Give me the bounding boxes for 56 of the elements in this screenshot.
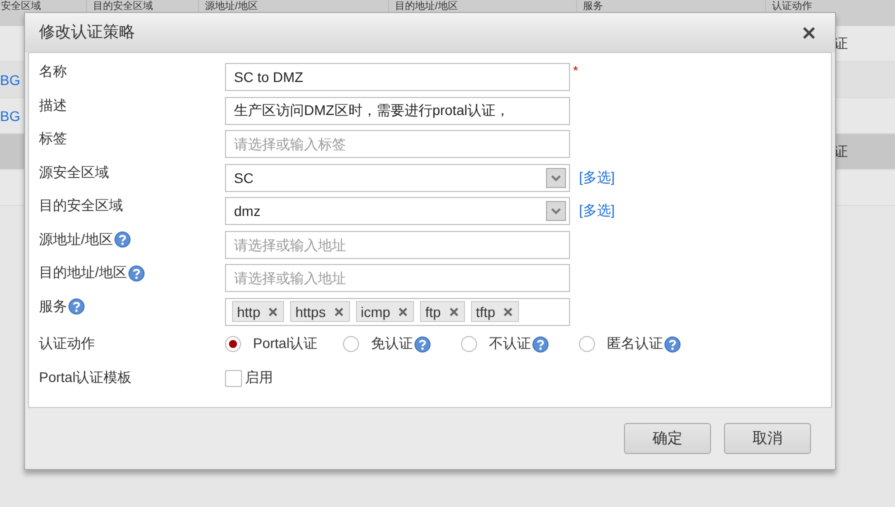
remove-icon[interactable] — [398, 306, 408, 316]
dropdown[interactable]: SC — [225, 164, 570, 192]
field-label: 目的地址/地区 — [39, 264, 127, 282]
text-field[interactable]: 请选择或输入地址 — [225, 264, 570, 292]
radio-button[interactable] — [461, 336, 477, 352]
radio-button[interactable] — [579, 336, 595, 352]
field-label: 描述 — [39, 96, 67, 114]
text-field[interactable]: 生产区访问DMZ区时，需要进行protal认证， — [225, 96, 570, 124]
table-cell: BG — [0, 72, 20, 88]
field-label: 标签 — [39, 130, 67, 148]
field-label: 源地址/地区 — [39, 230, 113, 248]
remove-icon[interactable] — [503, 306, 514, 316]
radio-label[interactable]: 匿名认证 — [607, 335, 663, 353]
radio-button[interactable] — [225, 336, 241, 352]
dropdown[interactable]: dmz — [225, 197, 570, 225]
remove-icon[interactable] — [334, 306, 344, 316]
multi-select-link[interactable]: [多选] — [579, 168, 615, 186]
help-icon[interactable] — [414, 336, 431, 352]
field-label: 认证动作 — [39, 335, 95, 353]
checkbox-label[interactable]: 启用 — [245, 369, 273, 387]
remove-icon[interactable] — [268, 306, 278, 316]
radio-button[interactable] — [343, 336, 359, 352]
radio-label[interactable]: 不认证 — [489, 335, 531, 353]
help-icon[interactable] — [68, 298, 85, 315]
text-field[interactable]: 请选择或输入地址 — [225, 230, 570, 258]
text-field[interactable]: 请选择或输入标签 — [225, 130, 570, 158]
dialog-button[interactable]: 确定 — [624, 423, 711, 454]
field-label: 名称 — [39, 63, 67, 81]
checkbox[interactable] — [225, 370, 242, 386]
dialog-button[interactable]: 取消 — [724, 423, 811, 454]
help-icon[interactable] — [532, 336, 549, 352]
text-field[interactable]: SC to DMZ — [225, 63, 570, 91]
tag[interactable]: icmp — [356, 301, 414, 322]
help-icon[interactable] — [664, 336, 681, 352]
multi-select-link[interactable]: [多选] — [579, 202, 615, 220]
tag[interactable]: https — [290, 301, 350, 322]
tag[interactable]: ftp — [420, 301, 465, 322]
help-icon[interactable] — [128, 264, 145, 282]
radio-label[interactable]: Portal认证 — [253, 335, 318, 353]
tag[interactable]: tftp — [470, 301, 520, 322]
chevron-down-icon — [546, 168, 566, 188]
chevron-down-icon — [546, 201, 566, 221]
required-mark: * — [573, 63, 578, 78]
column-header: 安全区域 — [0, 0, 42, 14]
close-icon[interactable] — [803, 26, 815, 38]
help-icon[interactable] — [114, 231, 131, 248]
field-label: 目的安全区域 — [39, 197, 123, 215]
field-label: 源安全区域 — [39, 164, 109, 182]
tag[interactable]: http — [232, 301, 284, 322]
dialog-title: 修改认证策略 — [39, 23, 135, 43]
tag-field[interactable]: http https icmp ftp tftp — [225, 298, 570, 326]
field-label: Portal认证模板 — [39, 369, 132, 387]
table-cell: BG — [0, 108, 20, 124]
radio-label[interactable]: 免认证 — [371, 335, 413, 353]
field-label: 服务 — [39, 298, 67, 316]
remove-icon[interactable] — [448, 306, 459, 316]
